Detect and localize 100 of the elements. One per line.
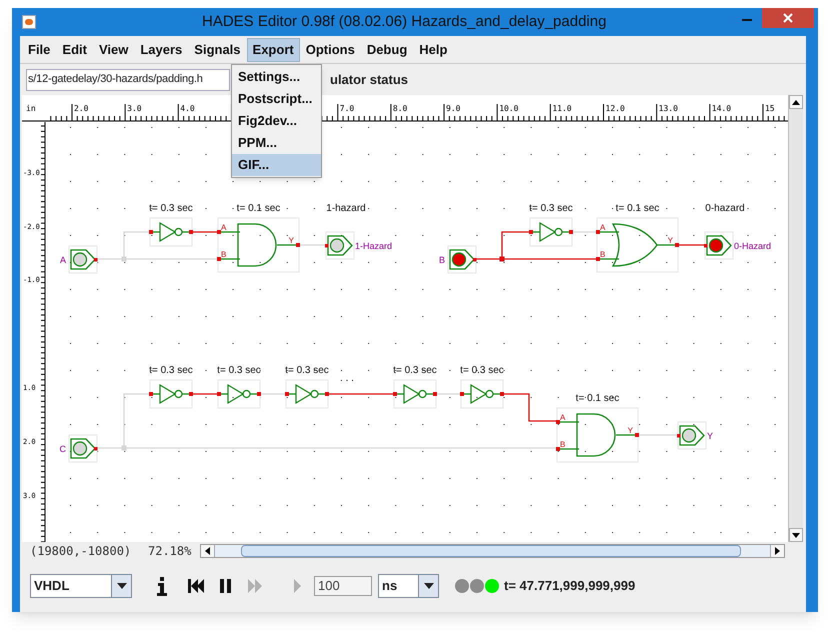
pin-label: Y [668,236,673,245]
wire [572,231,597,233]
ruler-label: 9.0 [446,104,460,113]
ruler-label: 7.0 [340,104,354,113]
text-label: 1-Hazard [355,241,392,251]
output-pad[interactable] [677,422,706,450]
wire [638,434,678,436]
wire [328,393,394,395]
ruler-label: 2.0 [74,104,88,113]
ruler-label: 14.0 [712,104,732,113]
pin-label: Y [628,426,633,435]
menu-item[interactable]: PPM... [232,132,321,154]
inverter-gate[interactable] [217,380,261,408]
pin-label: A [221,223,226,232]
language-dropdown[interactable]: VHDL [30,574,132,598]
menu-item[interactable]: Debug [360,38,414,62]
pin-label: A [560,413,566,422]
text-label: t= 0.3 sec [529,203,573,214]
output-pad[interactable] [325,232,354,260]
text-label: t= 0.3 sec [149,203,193,214]
text-label: t= 0.1 sec [576,393,620,404]
scroll-up-button[interactable] [789,95,803,109]
text-label: 1-hazard [326,203,366,214]
text-label: 0-hazard [705,203,745,214]
ruler-label: 11.0 [552,104,572,113]
pin-label: B [221,250,226,259]
and-gate[interactable] [217,218,300,272]
text-label: t= 0.3 sec [285,365,329,376]
ruler-label: 12.0 [606,104,625,113]
wire [503,393,557,422]
scroll-right-button[interactable] [770,545,784,557]
text-label: t= 0.1 sec [236,203,280,214]
pin-label: Y [288,236,294,245]
text-label: t= 0.3 sec [460,365,504,376]
pin-label: A [600,223,606,232]
inverter-gate[interactable] [149,380,193,408]
menu-item[interactable]: Help [413,38,454,62]
wire [192,393,218,395]
text-label: . . . [340,373,354,384]
ruler-label: 8.0 [392,104,408,113]
menu-item[interactable]: Layers [134,38,188,62]
ruler-label: in [26,104,36,113]
menu-item[interactable]: Settings... [232,66,321,88]
text-label: C [60,444,66,454]
menu-item[interactable]: File [22,38,56,62]
text-label: Y [707,431,714,441]
close-button[interactable] [762,8,814,28]
text-label: t= 0.1 sec [616,203,660,214]
vertical-scrollbar[interactable] [788,95,803,542]
text-label: 0-Hazard [734,241,772,251]
ruler-label: 10.0 [499,104,518,113]
menu-item[interactable]: Export [246,38,300,62]
menu-item[interactable]: Signals [188,38,247,62]
wire [192,231,218,233]
menu-item[interactable]: GIF... [232,154,321,176]
inverter-gate[interactable] [529,218,573,246]
menu-item[interactable]: View [92,38,134,62]
wire [299,244,326,246]
status-label: ulator status [330,70,408,89]
inverter-gate[interactable] [285,380,329,408]
text-label: B [438,255,445,265]
text-label: t= 0.3 sec [217,365,261,376]
inverter-gate[interactable] [149,218,193,246]
ruler-label: 15 [764,104,775,113]
inverter-gate[interactable] [393,380,437,408]
cursor-coordinates: (19800,-10800) [30,543,132,560]
wire [260,393,286,395]
scroll-down-button[interactable] [789,528,803,542]
unit-dropdown[interactable]: ns [378,574,439,598]
input-pad[interactable] [68,434,98,462]
caret-icon [424,583,434,589]
scroll-thumb[interactable] [241,545,741,557]
input-pad[interactable] [68,246,98,274]
menu-item[interactable]: Options [300,38,361,62]
scroll-left-button[interactable] [201,545,215,557]
simulation-time: t= 47.771,999,999,999 [504,577,636,596]
step-input[interactable]: 100 [314,576,372,596]
or-gate[interactable] [596,218,679,272]
ruler-label: 13.0 [658,104,678,113]
pin-label: B [600,250,606,259]
path-field[interactable]: s/12-gatedelay/30-hazards/padding.h [26,68,230,90]
input-pad[interactable] [448,246,476,274]
and-gate[interactable] [556,408,639,462]
ruler-label: 4.0 [180,104,195,113]
app-icon [22,15,36,29]
caret-icon [116,583,126,589]
text-label: t= 0.3 sec [393,365,437,376]
output-pad[interactable] [704,232,734,260]
pin-label: B [560,440,566,449]
menu-item[interactable]: Postscript... [232,88,321,110]
horizontal-scrollbar[interactable] [200,544,785,558]
menu-item[interactable]: Fig2dev... [232,110,321,132]
window-title: HADES Editor 0.98f (08.02.06) Hazards_and_delay_padding [202,12,606,32]
menu-item[interactable]: Edit [56,38,93,62]
text-label: t= 0.3 sec [149,365,193,376]
inverter-gate[interactable] [460,380,504,408]
wire [436,393,461,395]
ruler-label: 3.0 [127,104,142,113]
rewind-icon [186,576,206,596]
close-icon [783,13,793,23]
